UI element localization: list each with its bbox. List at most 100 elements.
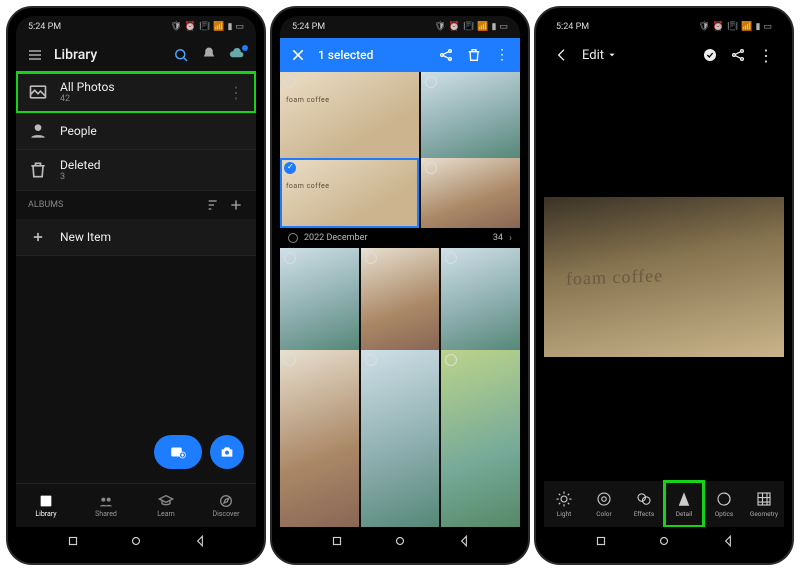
share-icon[interactable] [730, 47, 746, 63]
select-ring-icon[interactable] [365, 354, 377, 366]
edit-image: foam coffee [544, 197, 784, 357]
home-button[interactable] [129, 534, 143, 548]
tool-color[interactable]: Color [584, 481, 624, 527]
select-ring-icon[interactable] [284, 354, 296, 366]
confirm-icon[interactable] [702, 47, 718, 63]
kebab-icon[interactable]: ⋮ [228, 83, 244, 102]
photo-tile[interactable] [280, 248, 359, 350]
trash-icon [28, 160, 48, 180]
plus-box-icon [28, 227, 48, 247]
date-label: 2022 December [304, 233, 367, 243]
row-all-photos[interactable]: All Photos 42 ⋮ [16, 72, 256, 113]
status-bar: 5:24 PM 🛡 ⏰ 📳 📶 ▮ ▭ [280, 16, 520, 38]
add-icon[interactable] [228, 197, 244, 213]
select-ring-icon[interactable] [425, 162, 437, 174]
edit-title-text: Edit [582, 48, 604, 63]
photo-grid: 2022 December 34 › [280, 72, 520, 527]
photo-tile-selected[interactable] [280, 158, 419, 228]
share-icon[interactable] [438, 47, 454, 63]
tool-label: Color [596, 510, 611, 518]
back-button[interactable] [457, 534, 471, 548]
shield-icon: 🛡 [698, 22, 709, 32]
photo-tile[interactable] [441, 350, 520, 527]
tool-geometry[interactable]: Geometry [744, 481, 784, 527]
date-strip[interactable]: 2022 December 34 › [280, 228, 520, 248]
select-ring-icon[interactable] [445, 354, 457, 366]
nav-library[interactable]: Library [16, 484, 76, 527]
photo-tile[interactable] [421, 158, 520, 228]
cloud-sync-icon[interactable] [228, 46, 246, 64]
kebab-icon[interactable]: ⋮ [758, 47, 774, 63]
library-header: Library [16, 38, 256, 72]
home-button[interactable] [657, 534, 671, 548]
row-count: 42 [60, 94, 115, 104]
select-all-icon[interactable] [288, 233, 298, 243]
nav-learn[interactable]: Learn [136, 484, 196, 527]
edit-canvas[interactable]: foam coffee [544, 72, 784, 481]
chevron-right-icon[interactable]: › [509, 233, 512, 244]
close-icon[interactable] [290, 47, 306, 63]
tool-light[interactable]: Light [544, 481, 584, 527]
alarm-icon: ⏰ [449, 22, 460, 32]
photo-tile[interactable] [361, 248, 440, 350]
row-label: People [60, 124, 97, 138]
selection-title: 1 selected [318, 48, 426, 62]
phone-grid: 5:24 PM 🛡 ⏰ 📳 📶 ▮ ▭ 1 selected [270, 6, 530, 565]
select-ring-icon[interactable] [284, 76, 296, 88]
select-ring-icon[interactable] [425, 76, 437, 88]
sort-icon[interactable] [206, 197, 222, 213]
camera-button[interactable] [210, 435, 244, 469]
row-people[interactable]: People [16, 113, 256, 150]
wifi-icon: 📶 [477, 22, 488, 32]
tool-effects[interactable]: Effects [624, 481, 664, 527]
add-photo-button[interactable] [154, 435, 202, 469]
edit-title[interactable]: Edit [582, 48, 690, 63]
kebab-icon[interactable]: ⋮ [494, 47, 510, 63]
row-deleted[interactable]: Deleted 3 [16, 150, 256, 191]
android-nav [544, 527, 784, 555]
bell-icon[interactable] [200, 46, 218, 64]
nav-label: Discover [213, 510, 240, 518]
android-nav [16, 527, 256, 555]
status-time: 5:24 PM [28, 22, 61, 32]
search-person-icon[interactable] [172, 46, 190, 64]
edit-toolbar: Light Color Effects Detail Optics [544, 481, 784, 527]
status-bar: 5:24 PM 🛡 ⏰ 📳 📶 ▮ ▭ [544, 16, 784, 38]
detail-icon [675, 490, 693, 508]
recents-button[interactable] [66, 534, 80, 548]
back-arrow-icon[interactable] [554, 47, 570, 63]
photo-tile[interactable] [280, 350, 359, 527]
nav-shared[interactable]: Shared [76, 484, 136, 527]
photo-tile[interactable] [361, 350, 440, 527]
albums-label: ALBUMS [28, 200, 63, 210]
wifi-icon: 📶 [213, 22, 224, 32]
trash-icon[interactable] [466, 47, 482, 63]
shield-icon: 🛡 [434, 22, 445, 32]
select-ring-icon[interactable] [284, 252, 296, 264]
row-label: All Photos [60, 80, 115, 94]
recents-button[interactable] [594, 534, 608, 548]
photo-tile[interactable] [280, 72, 419, 158]
tool-label: Optics [715, 510, 734, 518]
date-count: 34 [493, 233, 503, 243]
select-ring-icon[interactable] [445, 252, 457, 264]
home-button[interactable] [393, 534, 407, 548]
recents-button[interactable] [330, 534, 344, 548]
select-ring-icon[interactable] [365, 252, 377, 264]
tool-label: Geometry [750, 510, 778, 518]
select-ring-icon[interactable] [284, 162, 296, 174]
page-title: Library [54, 47, 162, 63]
photo-tile[interactable] [441, 248, 520, 350]
shield-icon: 🛡 [170, 22, 181, 32]
tool-detail[interactable]: Detail [664, 481, 704, 527]
back-button[interactable] [193, 534, 207, 548]
photo-tile[interactable] [421, 72, 520, 158]
tool-optics[interactable]: Optics [704, 481, 744, 527]
nav-discover[interactable]: Discover [196, 484, 256, 527]
back-button[interactable] [721, 534, 735, 548]
menu-icon[interactable] [26, 46, 44, 64]
edit-header: Edit ⋮ [544, 38, 784, 72]
row-new-item[interactable]: New Item [16, 219, 256, 256]
learn-icon [158, 493, 174, 509]
battery-icon: ▭ [499, 22, 508, 32]
